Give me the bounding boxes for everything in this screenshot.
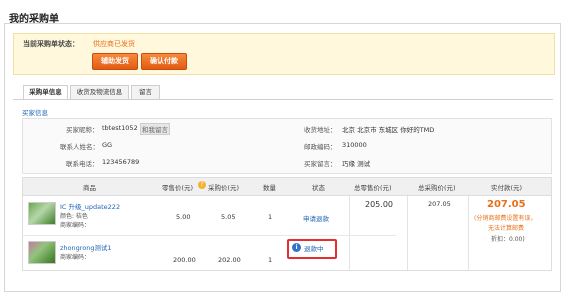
zip-label: 邮政编码： [304,143,337,151]
product-code: 商家编码： [60,254,91,261]
buyer-nickname-value: tbtest1052 [102,124,138,132]
total-purchase-value: 207.05 [428,200,451,208]
address-label: 收货地址： [304,126,337,134]
header-total-retail: 总零售价(元) [354,184,392,192]
row-divider [22,235,396,236]
product-thumbnail[interactable] [28,241,56,264]
tab-shipping-info[interactable]: 收货及物流信息 [70,85,129,99]
header-status: 状态 [312,184,325,192]
buyer-message-value: 巧缘 测试 [342,160,371,168]
quantity: 1 [268,256,273,264]
phone-label: 联系电话： [66,160,99,168]
product-name-link[interactable]: IC 升级_update222 [60,201,120,211]
status-label: 当前采购单状态： [23,40,79,48]
total-retail-value: 205.00 [365,200,393,209]
purchase-price: 5.05 [221,213,236,221]
tab-divider [13,99,553,100]
paid-total-value: 207.05 [487,199,526,210]
paid-note: (分销商邮费设置有误， [474,215,537,222]
leave-message-link[interactable]: 和我留言 [140,123,170,135]
tab-message[interactable]: 留言 [131,85,160,99]
header-paid: 实付款(元) [491,184,523,192]
assist-ship-button[interactable]: 辅助发货 [92,53,138,70]
contact-name-value: GG [102,141,113,149]
header-retail-price: 零售价(元) [162,184,194,192]
zip-value: 310000 [342,141,367,149]
product-thumbnail[interactable] [28,202,56,225]
column-divider [407,194,408,270]
header-product: 商品 [83,184,96,192]
product-color: 颜色: 桔色 [60,213,88,220]
retail-price: 5.00 [176,213,191,221]
confirm-pay-button[interactable]: 确认付款 [141,53,187,70]
paid-note: 无法计算邮费 [488,225,525,232]
refund-in-progress-link[interactable]: 退款中 [304,243,324,253]
header-purchase-price: 采购价(元) [208,184,240,192]
purchase-price: 202.00 [218,256,241,264]
header-quantity: 数量 [263,184,276,192]
status-value: 供应商已发货 [93,40,135,48]
address-value: 北京 北京市 东城区 你好的TMD [342,126,435,134]
buyer-info-heading: 买家信息 [22,109,48,117]
tab-order-info[interactable]: 采购单信息 [23,85,68,100]
header-total-purchase: 总采购价(元) [418,184,456,192]
quantity: 1 [268,213,273,221]
phone-value: 123456789 [102,158,140,166]
column-divider [468,194,469,270]
apply-refund-link[interactable]: 申请退款 [303,213,329,223]
product-code: 商家编码： [60,222,91,229]
info-icon: i [292,243,301,252]
product-name-link[interactable]: zhongrong测试1 [60,242,112,252]
buyer-nickname-label: 买家昵称： [66,126,99,134]
contact-name-label: 联系人姓名： [60,143,99,151]
retail-price: 200.00 [173,256,196,264]
column-divider [349,194,350,270]
help-icon[interactable]: ? [198,181,206,189]
buyer-message-label: 买家留言： [304,160,337,168]
paid-discount: 折扣：0.00) [491,236,525,243]
